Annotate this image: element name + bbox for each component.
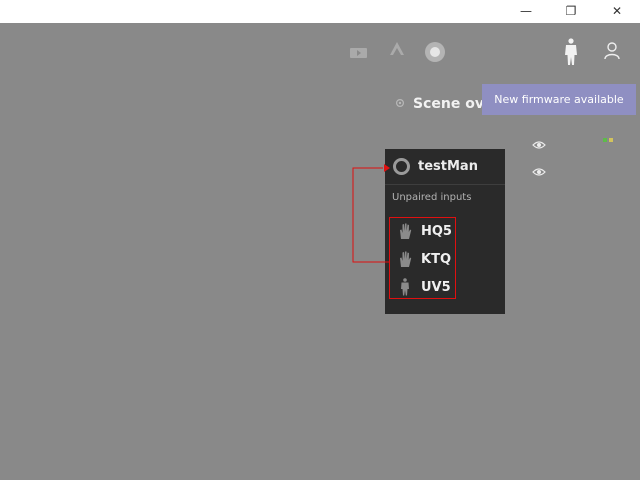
title-bar: — ❐ ✕ (0, 0, 640, 23)
visibility-eye-icon[interactable] (532, 162, 546, 176)
restore-button[interactable]: ❐ (548, 0, 594, 22)
notification-text: New firmware available (494, 93, 624, 106)
status-dot-yellow (609, 138, 613, 142)
unpaired-inputs-label: Unpaired inputs (392, 192, 472, 203)
firmware-notification[interactable]: New firmware available (482, 84, 636, 115)
actor-row-testman[interactable]: testMan (385, 149, 505, 185)
annotation-connector-arrow (352, 164, 390, 263)
close-button[interactable]: ✕ (594, 0, 640, 22)
gear-icon (395, 96, 405, 112)
camera-icon[interactable] (350, 44, 368, 63)
body-icon[interactable] (561, 38, 581, 70)
status-indicator (603, 138, 613, 142)
scene-overview-header[interactable]: Scene ove (395, 94, 493, 114)
status-dot-green (603, 138, 607, 142)
record-icon[interactable] (424, 41, 446, 67)
visibility-eye-icon[interactable] (532, 135, 546, 149)
peak-icon[interactable] (389, 40, 405, 60)
minimize-button[interactable]: — (503, 0, 549, 22)
actor-ring-icon (393, 158, 410, 175)
annotation-highlight-box (389, 217, 456, 299)
user-icon[interactable] (604, 42, 620, 64)
actor-name: testMan (418, 159, 478, 174)
